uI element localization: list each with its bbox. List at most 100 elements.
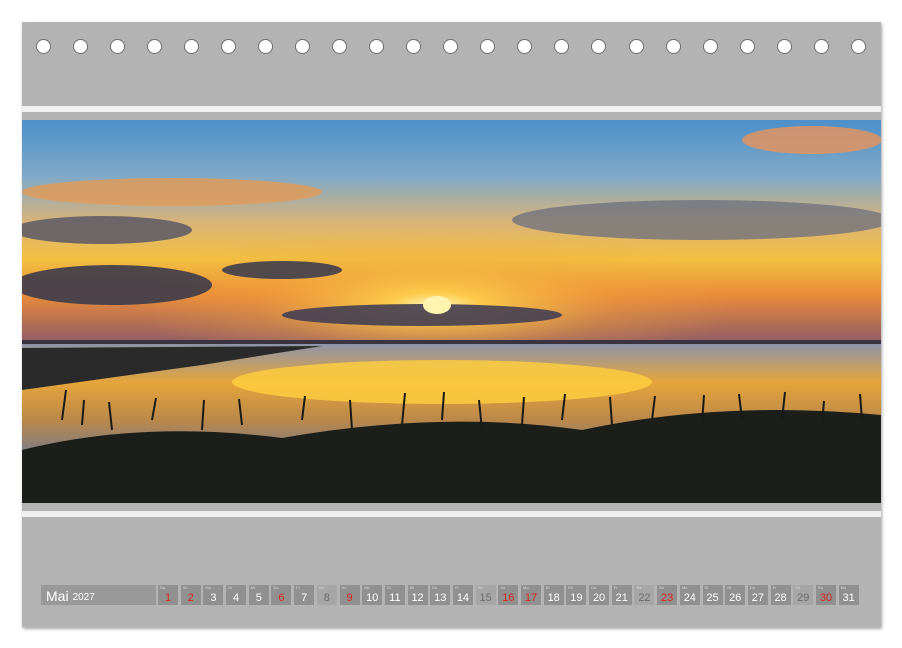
day-cell: Di 25 [702, 585, 723, 605]
weekday-abbrev: Di [386, 585, 391, 590]
weekday-abbrev: Mi [409, 585, 414, 590]
day-cell: So 23 [657, 585, 678, 605]
weekday-abbrev: So [500, 585, 506, 590]
day-cell: Do 6 [271, 585, 292, 605]
day-number: 22 [638, 592, 651, 604]
binding-hole [110, 39, 126, 54]
day-cell: Sa 29 [793, 585, 814, 605]
weekday-abbrev: Mo [840, 585, 847, 590]
day-cells: Sa 1 So 2 Mo 3 Di 4 Mi 5 Do 6 Fr 7 Sa 8 So 9 Mo 10 Di 11 Mi 12 D… [158, 585, 859, 605]
month-date-bar: Mai 2027 Sa 1 So 2 Mo 3 Di 4 Mi 5 Do 6 Fr 7 Sa 8 So 9 Mo 10… [41, 585, 859, 605]
binding-hole [221, 39, 237, 54]
day-number: 18 [547, 592, 560, 604]
day-cell: Mo 3 [203, 585, 224, 605]
day-number: 14 [456, 592, 470, 604]
weekday-abbrev: Mo [205, 585, 211, 590]
weekday-abbrev: Fr [613, 585, 618, 590]
weekday-abbrev: Do [749, 585, 755, 590]
day-cell: Mo 10 [362, 585, 383, 605]
day-cell: Sa 1 [158, 585, 178, 605]
day-number: 4 [233, 592, 240, 604]
binding-hole [480, 39, 496, 54]
day-number: 3 [210, 592, 217, 604]
day-number: 16 [502, 592, 515, 604]
binding-hole [332, 39, 348, 54]
day-cell: Fr 21 [611, 585, 632, 605]
weekday-abbrev: So [341, 585, 347, 590]
day-cell: Sa 22 [634, 585, 655, 605]
day-cell: Di 11 [384, 585, 405, 605]
day-cell: Do 20 [589, 585, 610, 605]
weekday-abbrev: Sa [795, 585, 801, 590]
weekday-abbrev: Fr [454, 585, 459, 590]
day-number: 13 [434, 592, 447, 604]
binding-hole [258, 39, 274, 54]
binding-hole [73, 39, 89, 54]
day-number: 29 [797, 592, 810, 604]
day-cell: Do 27 [747, 585, 768, 605]
day-number: 20 [592, 592, 606, 604]
sunset-wadden-sea-photo [22, 120, 881, 503]
day-number: 12 [411, 592, 424, 604]
day-number: 21 [615, 592, 628, 604]
day-cell: Fr 14 [452, 585, 473, 605]
calendar-page: Mai 2027 Sa 1 So 2 Mo 3 Di 4 Mi 5 Do 6 Fr 7 Sa 8 So 9 Mo 10… [22, 22, 881, 627]
weekday-abbrev: Mo [523, 585, 529, 590]
day-number: 2 [187, 592, 194, 604]
binding-hole [776, 39, 792, 54]
weekday-abbrev: Do [432, 585, 438, 590]
binding-hole [591, 39, 607, 54]
day-number: 24 [683, 592, 696, 604]
day-cell: Fr 28 [770, 585, 791, 605]
day-cell: Do 13 [430, 585, 451, 605]
day-cell: Di 18 [543, 585, 564, 605]
day-cell: Mi 5 [248, 585, 269, 605]
day-cell: Mi 26 [725, 585, 746, 605]
weekday-abbrev: Mo [681, 585, 688, 590]
day-number: 17 [524, 592, 538, 604]
weekday-abbrev: Mi [727, 585, 732, 590]
day-cell: Sa 15 [475, 585, 496, 605]
weekday-abbrev: So [659, 585, 665, 590]
day-number: 9 [346, 592, 353, 604]
weekday-abbrev: So [817, 585, 823, 590]
weekday-abbrev: Di [704, 585, 709, 590]
day-cell: Fr 7 [294, 585, 315, 605]
day-cell: So 2 [180, 585, 201, 605]
weekday-abbrev: Fr [772, 585, 777, 590]
binding-hole [739, 39, 755, 54]
day-number: 19 [570, 592, 583, 604]
binding-hole [406, 39, 422, 54]
weekday-abbrev: Di [228, 585, 232, 590]
binding-hole [295, 39, 311, 54]
top-divider-band [22, 106, 881, 112]
binding-hole [850, 39, 866, 54]
weekday-abbrev: Mo [364, 585, 370, 590]
weekday-abbrev: Sa [160, 585, 165, 590]
day-number: 1 [164, 592, 172, 604]
weekday-abbrev: Sa [318, 585, 324, 590]
day-number: 15 [479, 592, 492, 604]
day-number: 8 [323, 592, 330, 604]
day-cell: Mo 31 [838, 585, 859, 605]
binding-hole [702, 39, 718, 54]
weekday-abbrev: Do [591, 585, 597, 590]
weekday-abbrev: Sa [636, 585, 642, 590]
day-cell: So 16 [498, 585, 519, 605]
day-number: 23 [661, 592, 674, 604]
binding-holes [36, 39, 866, 59]
month-name: Mai [46, 588, 69, 604]
day-number: 6 [278, 592, 285, 604]
binding-hole [665, 39, 681, 54]
day-cell: Mo 17 [521, 585, 541, 605]
day-cell: So 9 [339, 585, 360, 605]
month-year: 2027 [72, 592, 95, 603]
binding-hole [628, 39, 644, 54]
day-number: 25 [706, 592, 719, 604]
day-number: 30 [819, 592, 833, 604]
binding-hole [517, 39, 533, 54]
day-cell: Di 4 [226, 585, 247, 605]
weekday-abbrev: Mi [250, 585, 255, 590]
bottom-divider-band [22, 511, 881, 517]
binding-hole [443, 39, 459, 54]
